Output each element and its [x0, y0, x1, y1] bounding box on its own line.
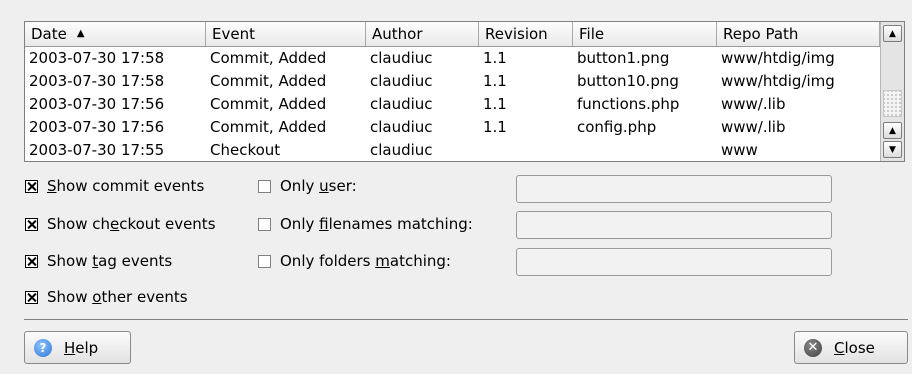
- cell-author: claudiuc: [370, 72, 433, 90]
- cell-author: claudiuc: [370, 118, 433, 136]
- column-header-revision[interactable]: Revision: [479, 22, 573, 46]
- sort-ascending-icon: ▲: [76, 28, 85, 39]
- show-other-events-checkbox[interactable]: Show other events: [25, 288, 188, 306]
- column-header-repo-path[interactable]: Repo Path: [717, 22, 880, 46]
- column-header-event[interactable]: Event: [206, 22, 366, 46]
- cell-file: functions.php: [577, 95, 680, 113]
- filename-pattern-input[interactable]: [516, 211, 832, 239]
- show-tag-events-checkbox[interactable]: Show tag events: [25, 252, 172, 270]
- checkbox-checked-icon[interactable]: [25, 290, 38, 304]
- cell-revision: [479, 139, 573, 162]
- cell-date: 2003-07-30 17:58: [29, 49, 165, 67]
- cell-event: Commit, Added: [210, 72, 327, 90]
- cell-revision: 1.1: [483, 72, 507, 90]
- scroll-up-arrow-icon[interactable]: ▲: [883, 122, 902, 139]
- table-row[interactable]: 2003-07-30 17:56 Commit, Added claudiuc …: [25, 93, 880, 116]
- cell-repo-path: www: [721, 141, 758, 159]
- show-commit-events-checkbox[interactable]: Show commit events: [25, 177, 204, 195]
- history-table[interactable]: Date ▲ Event Author Revision File Repo P…: [24, 21, 905, 162]
- cell-revision: 1.1: [483, 49, 507, 67]
- show-checkout-events-checkbox[interactable]: Show checkout events: [25, 215, 216, 233]
- table-header: Date ▲ Event Author Revision File Repo P…: [25, 22, 880, 47]
- checkbox-checked-icon[interactable]: [25, 179, 38, 193]
- table-row[interactable]: 2003-07-30 17:56 Commit, Added claudiuc …: [25, 116, 880, 139]
- cell-repo-path: www/htdig/img: [721, 72, 835, 90]
- table-row[interactable]: 2003-07-30 17:58 Commit, Added claudiuc …: [25, 47, 880, 70]
- cell-date: 2003-07-30 17:55: [29, 141, 165, 159]
- cell-date: 2003-07-30 17:56: [29, 95, 165, 113]
- cell-event: Commit, Added: [210, 118, 327, 136]
- checkbox-unchecked-icon[interactable]: [258, 179, 271, 193]
- cell-date: 2003-07-30 17:56: [29, 118, 165, 136]
- help-button[interactable]: ? Help: [24, 331, 131, 364]
- column-header-author[interactable]: Author: [366, 22, 479, 46]
- checkbox-checked-icon[interactable]: [25, 217, 38, 231]
- cell-event: Checkout: [210, 141, 281, 159]
- table-row[interactable]: 2003-07-30 17:58 Commit, Added claudiuc …: [25, 70, 880, 93]
- cell-file: button10.png: [577, 72, 679, 90]
- cell-repo-path: www/.lib: [721, 118, 786, 136]
- only-user-checkbox[interactable]: Only user:: [258, 177, 357, 195]
- cell-file: button1.png: [577, 49, 670, 67]
- vertical-scrollbar[interactable]: ▲ ▲ ▼: [880, 22, 904, 161]
- divider: [24, 319, 908, 320]
- help-icon: ?: [34, 338, 52, 357]
- cell-event: Commit, Added: [210, 95, 327, 113]
- cell-file: config.php: [577, 118, 657, 136]
- cell-date: 2003-07-30 17:58: [29, 72, 165, 90]
- table-row[interactable]: 2003-07-30 17:55 Checkout claudiuc www: [25, 139, 880, 162]
- cell-author: claudiuc: [370, 141, 433, 159]
- folder-pattern-input[interactable]: [516, 248, 832, 276]
- cell-author: claudiuc: [370, 49, 433, 67]
- checkbox-unchecked-icon[interactable]: [258, 217, 271, 231]
- only-filenames-matching-checkbox[interactable]: Only filenames matching:: [258, 215, 473, 233]
- only-folders-matching-checkbox[interactable]: Only folders matching:: [258, 252, 451, 270]
- close-icon: ✕: [804, 338, 822, 357]
- checkbox-checked-icon[interactable]: [25, 254, 38, 268]
- scroll-down-arrow-icon[interactable]: ▼: [883, 141, 902, 158]
- checkbox-unchecked-icon[interactable]: [258, 254, 271, 268]
- cell-repo-path: www/htdig/img: [721, 49, 835, 67]
- table-body: 2003-07-30 17:58 Commit, Added claudiuc …: [25, 47, 880, 162]
- cell-revision: 1.1: [483, 118, 507, 136]
- cell-revision: 1.1: [483, 95, 507, 113]
- scrollbar-thumb[interactable]: [883, 90, 902, 117]
- user-filter-input[interactable]: [516, 175, 832, 203]
- cell-repo-path: www/.lib: [721, 95, 786, 113]
- cell-author: claudiuc: [370, 95, 433, 113]
- close-button[interactable]: ✕ Close: [794, 331, 908, 364]
- column-header-file[interactable]: File: [573, 22, 717, 46]
- scroll-up-arrow-icon[interactable]: ▲: [883, 25, 902, 42]
- cell-file: [573, 139, 717, 162]
- cell-event: Commit, Added: [210, 49, 327, 67]
- column-header-date[interactable]: Date ▲: [25, 22, 206, 46]
